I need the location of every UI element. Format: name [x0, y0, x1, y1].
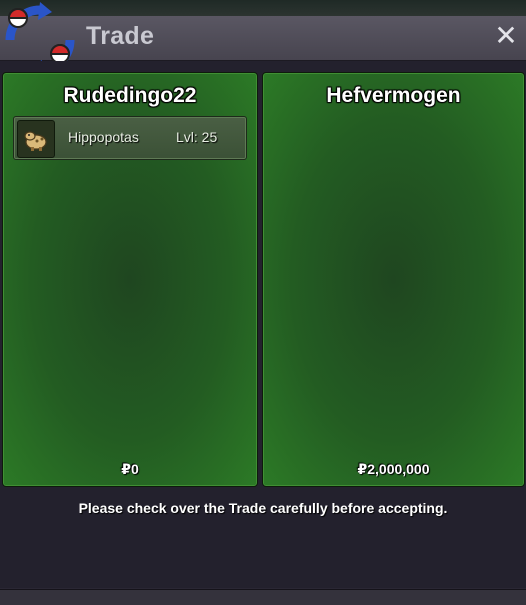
player-name-right: Hefvermogen: [326, 84, 461, 107]
trade-notice: Please check over the Trade carefully be…: [78, 500, 448, 516]
item-level: Lvl: 25: [176, 129, 218, 145]
window-title: Trade: [86, 22, 155, 50]
close-button[interactable]: ✕: [492, 22, 520, 50]
my-offer-panel[interactable]: Rudedingo22 Hippopotas Lvl: 25 ₽0: [2, 72, 258, 487]
player-name-left: Rudedingo22: [63, 84, 197, 107]
hippopotas-sprite-icon: [17, 120, 55, 158]
trade-content: Rudedingo22 Hippopotas Lvl: 25 ₽0 Hefver…: [0, 61, 526, 588]
money-left: ₽0: [121, 461, 139, 477]
trade-window: Trade ✕ Rudedingo22 Hippopotas Lvl: 25 ₽…: [0, 2, 526, 605]
their-offer-panel[interactable]: Hefvermogen ₽2,000,000: [262, 72, 525, 487]
window-footer: [0, 589, 526, 605]
trade-item[interactable]: Hippopotas Lvl: 25: [13, 116, 247, 160]
item-name: Hippopotas: [68, 129, 139, 145]
money-right: ₽2,000,000: [357, 461, 430, 477]
